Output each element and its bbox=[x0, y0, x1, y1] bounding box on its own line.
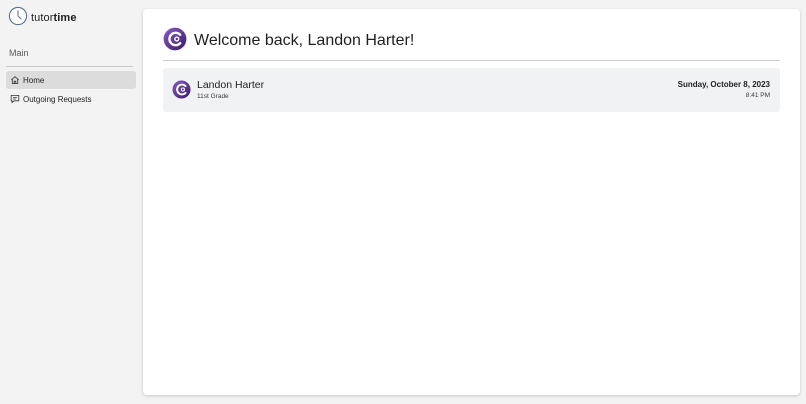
page-title: Welcome back, Landon Harter! bbox=[194, 32, 415, 49]
sidebar-divider bbox=[6, 66, 133, 67]
profile-card: Landon Harter 11st Grade Sunday, October… bbox=[163, 68, 780, 112]
profile-grade: 11st Grade bbox=[197, 93, 229, 100]
user-logo-icon bbox=[163, 27, 187, 56]
main-panel: Welcome back, Landon Harter! Landon Hart… bbox=[143, 9, 800, 395]
home-icon bbox=[10, 75, 20, 85]
brand-logo[interactable]: tutortime bbox=[8, 6, 77, 31]
sidebar-item-label: Home bbox=[23, 75, 45, 85]
avatar bbox=[172, 80, 191, 99]
brand-name: tutortime bbox=[31, 12, 77, 24]
title-divider bbox=[163, 60, 780, 61]
profile-name: Landon Harter bbox=[197, 79, 265, 91]
sidebar: tutortime Main Home Outgoing Requests bbox=[0, 0, 143, 404]
welcome-header: Welcome back, Landon Harter! bbox=[163, 27, 415, 56]
sidebar-item-label: Outgoing Requests bbox=[23, 94, 92, 104]
user-logo-icon bbox=[172, 80, 191, 99]
message-icon bbox=[10, 94, 20, 104]
sidebar-item-home[interactable]: Home bbox=[6, 71, 136, 89]
profile-time: 8:41 PM bbox=[745, 92, 770, 99]
clock-icon bbox=[8, 6, 28, 31]
profile-date: Sunday, October 8, 2023 bbox=[677, 80, 770, 89]
sidebar-item-outgoing-requests[interactable]: Outgoing Requests bbox=[6, 90, 136, 108]
sidebar-section-label: Main bbox=[9, 48, 29, 58]
